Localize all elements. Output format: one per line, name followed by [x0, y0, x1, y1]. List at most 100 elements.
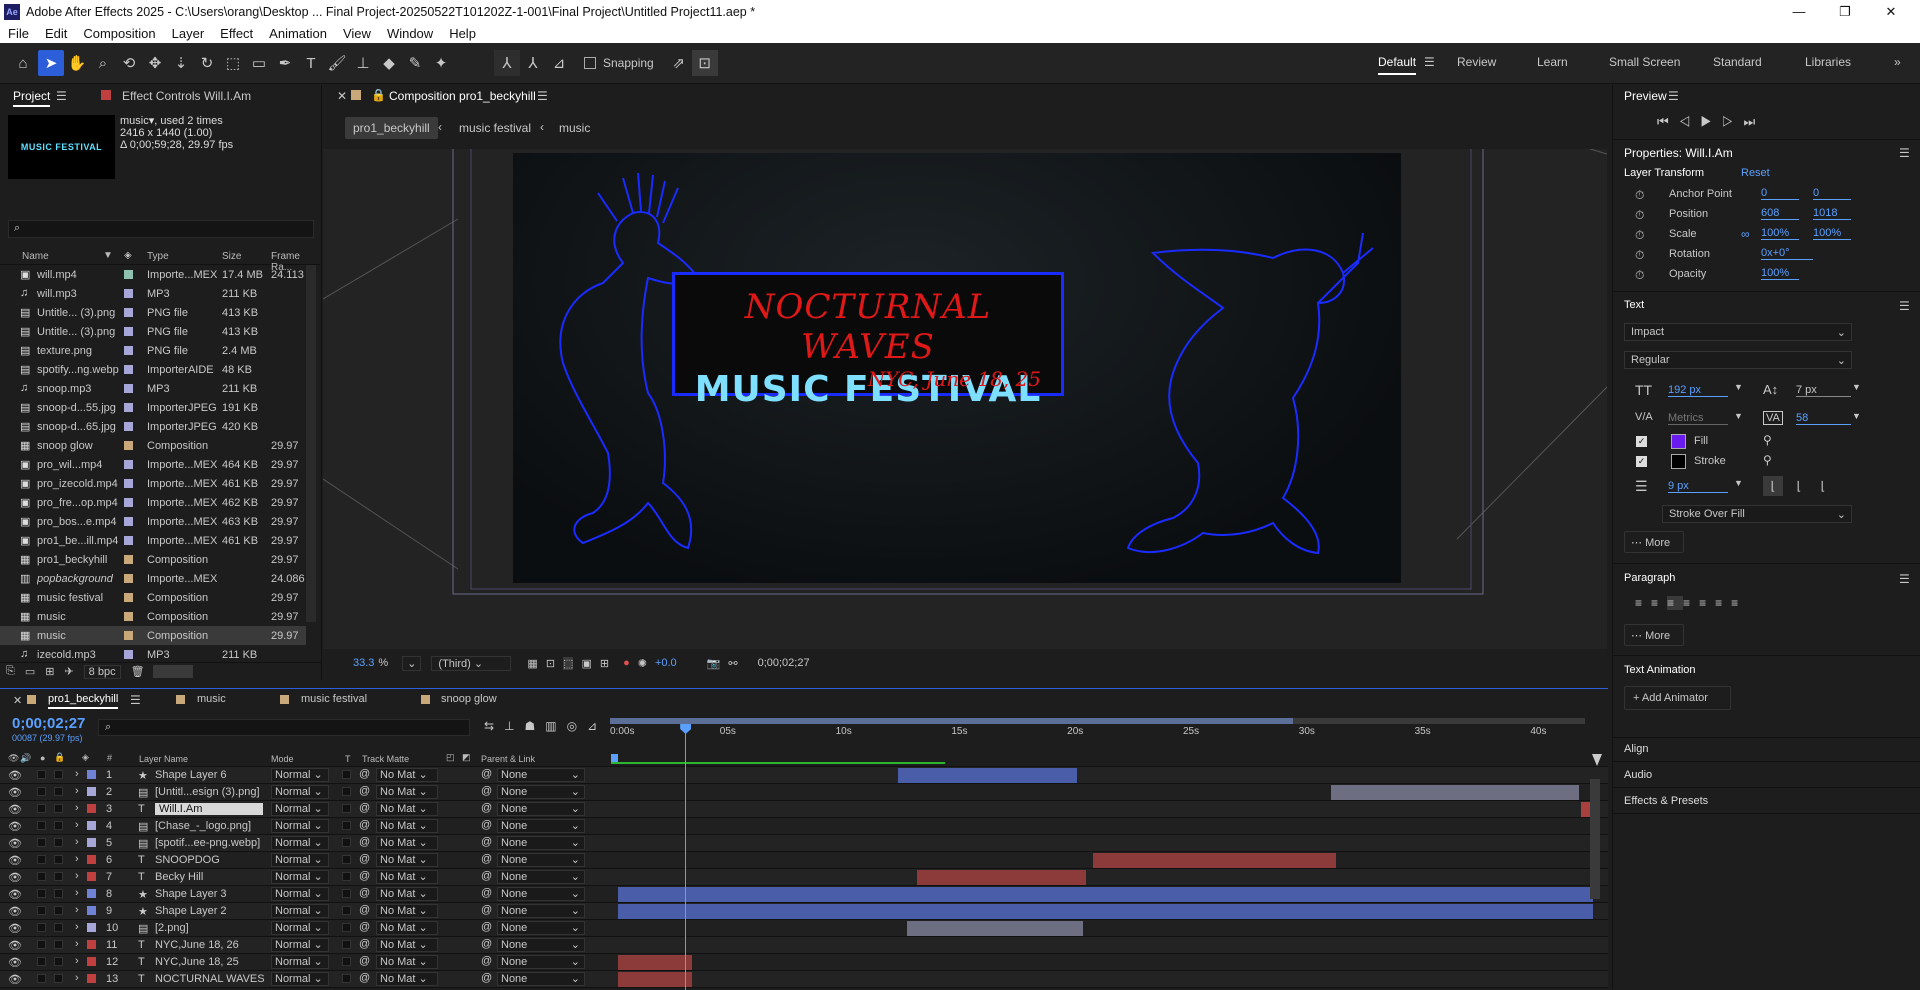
menu-window[interactable]: Window: [379, 26, 441, 41]
project-item-label[interactable]: [124, 346, 133, 355]
workspace-small-screen[interactable]: Small Screen: [1609, 55, 1680, 69]
breadcrumb-music[interactable]: music: [559, 121, 590, 135]
stroke-color-swatch[interactable]: [1671, 454, 1686, 469]
project-item-label[interactable]: [124, 650, 133, 659]
layer-duration-bar[interactable]: [916, 870, 1086, 885]
audio-panel-tab[interactable]: Audio: [1624, 769, 1652, 781]
stroke-checkbox[interactable]: ✓: [1636, 456, 1647, 467]
layer-label-swatch[interactable]: [87, 889, 96, 898]
timeline-layer-row[interactable]: 👁 › 1 ★ Shape Layer 6 Normal ⌄ @ No Mat ⌄ @ None ⌄: [0, 767, 1608, 784]
timeline-tab-music-festival[interactable]: music festival: [301, 693, 367, 705]
blend-mode-dropdown[interactable]: Normal ⌄: [271, 887, 329, 901]
expand-arrow-icon[interactable]: ›: [75, 836, 79, 848]
close-comp-tab-icon[interactable]: ✕: [337, 89, 347, 103]
project-item-label[interactable]: [124, 460, 133, 469]
project-item[interactable]: ▣ will.mp4 Importe...MEX 17.4 MB 24.113: [0, 265, 306, 284]
preserve-transparency-toggle[interactable]: [342, 855, 351, 864]
project-item-label[interactable]: [124, 479, 133, 488]
blend-mode-dropdown[interactable]: Normal ⌄: [271, 938, 329, 952]
visibility-eye-icon[interactable]: 👁: [8, 939, 22, 952]
project-item[interactable]: ▦ music festival Composition 29.97: [0, 588, 306, 607]
pick-whip-icon[interactable]: @: [481, 904, 492, 916]
project-item-label[interactable]: [124, 612, 133, 621]
toggle-mask-icon[interactable]: ⊡: [546, 657, 555, 670]
layer-label-swatch[interactable]: [87, 872, 96, 881]
project-item-label[interactable]: [124, 270, 133, 279]
project-item[interactable]: ▤ Untitle... (3).png PNG file 413 KB: [0, 303, 306, 322]
properties-menu-icon[interactable]: ☰: [1899, 146, 1910, 160]
interpret-footage-icon[interactable]: ⎘: [6, 665, 15, 678]
project-item[interactable]: ▤ spotify...ng.webp ImporterAIDE 48 KB: [0, 360, 306, 379]
kerning-value[interactable]: Metrics: [1668, 412, 1728, 425]
playhead[interactable]: [680, 724, 692, 990]
preserve-transparency-toggle[interactable]: [342, 821, 351, 830]
lock-toggle[interactable]: [54, 957, 63, 966]
expand-arrow-icon[interactable]: ›: [75, 768, 79, 780]
fill-eyedropper-icon[interactable]: ⚲: [1763, 433, 1772, 447]
expand-arrow-icon[interactable]: ›: [75, 870, 79, 882]
resolution-dropdown[interactable]: (Third) ⌄: [431, 655, 512, 671]
lock-toggle[interactable]: [54, 770, 63, 779]
layer-label-swatch[interactable]: [87, 957, 96, 966]
round-join-icon[interactable]: ⌊: [1789, 476, 1809, 496]
eraser-tool-icon[interactable]: ◆: [376, 50, 402, 76]
project-item[interactable]: ▦ music Composition 29.97: [0, 626, 306, 645]
parent-dropdown[interactable]: None ⌄: [497, 904, 585, 918]
visibility-eye-icon[interactable]: 👁: [8, 922, 22, 935]
stopwatch-icon[interactable]: ⏱: [1635, 268, 1644, 283]
project-item[interactable]: ▣ pro_bos...e.mp4 Importe...MEX 463 KB 29.97: [0, 512, 306, 531]
solo-toggle[interactable]: [37, 787, 46, 796]
bevel-join-icon[interactable]: ⌊: [1813, 476, 1833, 496]
expand-arrow-icon[interactable]: ›: [75, 819, 79, 831]
layer-name[interactable]: SNOOPDOG: [155, 854, 220, 866]
preserve-transparency-toggle[interactable]: [342, 940, 351, 949]
matte-link-icon[interactable]: @: [359, 887, 370, 899]
preserve-transparency-toggle[interactable]: [342, 889, 351, 898]
orbit-tool-icon[interactable]: ⟲: [116, 50, 142, 76]
next-frame-icon[interactable]: ▷: [1722, 114, 1744, 129]
axis-world-icon[interactable]: ⅄: [520, 50, 546, 76]
layer-duration-bar[interactable]: [618, 887, 1593, 902]
composition-tab[interactable]: Composition pro1_beckyhill: [389, 89, 536, 103]
parent-dropdown[interactable]: None ⌄: [497, 870, 585, 884]
timeline-layer-row[interactable]: 👁 › 8 ★ Shape Layer 3 Normal ⌄ @ No Mat ⌄ @ None ⌄: [0, 886, 1608, 903]
parent-dropdown[interactable]: None ⌄: [497, 785, 585, 799]
scale-x[interactable]: 100%: [1761, 227, 1799, 240]
breadcrumb-music-festival[interactable]: music festival: [459, 121, 531, 135]
blend-mode-dropdown[interactable]: Normal ⌄: [271, 768, 329, 782]
project-item[interactable]: ▦ music Composition 29.97: [0, 607, 306, 626]
opacity-value[interactable]: 100%: [1761, 267, 1799, 280]
audio-switch-icon[interactable]: 🔊: [20, 753, 31, 764]
expand-arrow-icon[interactable]: ›: [75, 802, 79, 814]
rotation-value[interactable]: 0x+0°: [1761, 247, 1813, 260]
layer-duration-bar[interactable]: [898, 768, 1077, 783]
pen-tool-icon[interactable]: ✒: [272, 50, 298, 76]
play-icon[interactable]: ▶: [1700, 114, 1722, 129]
timeline-layer-row[interactable]: 👁 › 4 ▤ [Chase_-_logo.png] Normal ⌄ @ No Mat ⌄ @…: [0, 818, 1608, 835]
align-right-icon[interactable]: ≡: [1667, 596, 1684, 610]
title-card[interactable]: NOCTURNAL WAVES MUSIC FESTIVAL NYC, June…: [672, 272, 1064, 410]
lock-toggle[interactable]: [54, 787, 63, 796]
track-matte-dropdown[interactable]: No Mat ⌄: [376, 904, 438, 918]
expand-arrow-icon[interactable]: ›: [75, 921, 79, 933]
timeline-tab-snoop-glow[interactable]: snoop glow: [441, 693, 497, 705]
menu-composition[interactable]: Composition: [75, 26, 163, 41]
lock-toggle[interactable]: [54, 855, 63, 864]
justify-right-icon[interactable]: ≡: [1715, 596, 1731, 610]
timeline-search-input[interactable]: ⌕: [98, 719, 470, 736]
timeline-tab-music[interactable]: music: [197, 693, 226, 705]
visibility-eye-icon[interactable]: 👁: [8, 888, 22, 901]
track-matte-dropdown[interactable]: No Mat ⌄: [376, 853, 438, 867]
axis-view-icon[interactable]: ⊿: [546, 50, 572, 76]
menu-animation[interactable]: Animation: [261, 26, 335, 41]
column-type[interactable]: Type: [147, 251, 169, 262]
blend-mode-dropdown[interactable]: Normal ⌄: [271, 955, 329, 969]
comp-flowchart-icon[interactable]: ⇆: [484, 719, 504, 733]
visibility-eye-icon[interactable]: 👁: [8, 973, 22, 986]
parent-dropdown[interactable]: None ⌄: [497, 836, 585, 850]
layer-duration-bar[interactable]: [618, 955, 693, 970]
prev-frame-icon[interactable]: ◁: [1679, 114, 1701, 129]
frame-blending-icon[interactable]: ▥: [545, 719, 566, 733]
miter-join-icon[interactable]: ⌊: [1763, 476, 1783, 496]
project-tab[interactable]: Project: [13, 89, 51, 107]
